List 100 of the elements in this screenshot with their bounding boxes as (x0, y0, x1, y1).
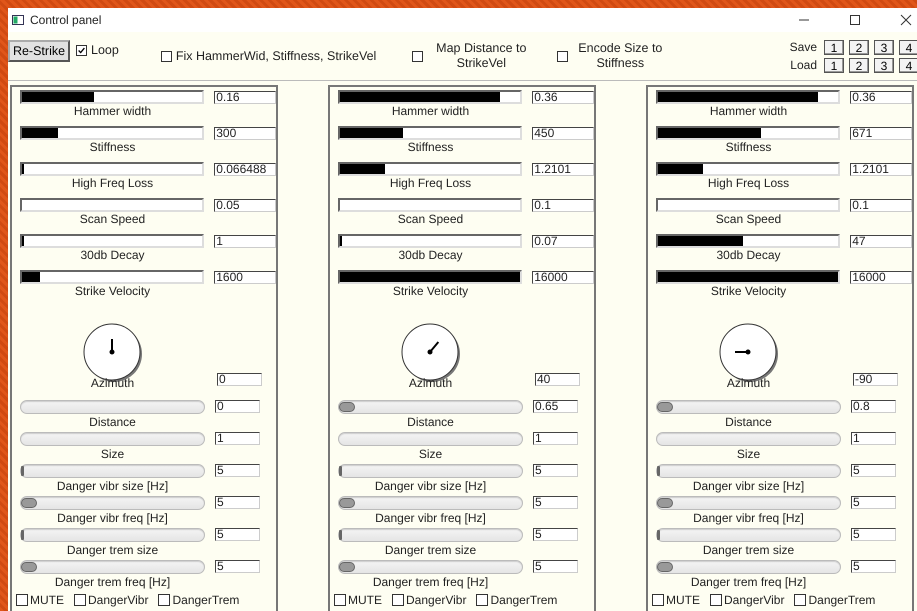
value-field[interactable]: 5 (851, 528, 896, 541)
value-field[interactable]: 1 (851, 432, 896, 445)
slider-track[interactable] (20, 464, 205, 478)
slider-track[interactable] (656, 528, 841, 542)
checkbox[interactable] (16, 594, 28, 606)
value-field[interactable]: 1 (533, 432, 578, 445)
value-field[interactable]: 5 (215, 496, 260, 509)
slider-bar[interactable] (656, 90, 840, 104)
checkbox[interactable] (334, 594, 346, 606)
checkbox[interactable] (476, 594, 488, 606)
slider-track[interactable] (20, 528, 205, 542)
slider-bar[interactable] (338, 162, 522, 176)
slider-track[interactable] (20, 432, 205, 446)
slot-button[interactable]: 1 (824, 40, 844, 54)
slot-button[interactable]: 3 (874, 58, 894, 72)
slider-bar[interactable] (656, 198, 840, 212)
value-field[interactable]: 0.65 (533, 400, 578, 413)
slot-button[interactable]: 2 (849, 58, 869, 72)
checkbox[interactable] (76, 44, 87, 56)
slot-button[interactable]: 1 (824, 58, 844, 72)
slider-bar[interactable] (338, 270, 522, 284)
re-strike-button[interactable]: Re-Strike (8, 40, 70, 62)
value-field[interactable]: 1.2101 (850, 162, 912, 176)
checkbox[interactable] (160, 50, 172, 62)
value-field[interactable]: 0.1 (532, 198, 594, 212)
slot-button[interactable]: 2 (849, 40, 869, 54)
value-field[interactable]: 47 (850, 234, 912, 248)
slider-bar[interactable] (20, 162, 204, 176)
value-field[interactable]: 0.05 (214, 198, 276, 212)
value-field[interactable]: 1 (215, 432, 260, 445)
value-field[interactable]: 5 (533, 496, 578, 509)
slider-track[interactable] (20, 560, 205, 574)
slider-track[interactable] (656, 400, 841, 414)
value-field[interactable]: 5 (215, 528, 260, 541)
slider-track[interactable] (656, 464, 841, 478)
value-field[interactable]: 16000 (532, 270, 594, 284)
value-field[interactable]: 450 (532, 126, 594, 140)
slider-label: Stiffness (724, 140, 772, 156)
value-field[interactable]: 0.16 (214, 90, 276, 104)
slider-bar[interactable] (338, 198, 522, 212)
checkbox[interactable] (794, 594, 806, 606)
slider-bar[interactable] (656, 126, 840, 140)
slider-track[interactable] (338, 560, 523, 574)
value-field[interactable]: 0 (217, 373, 262, 386)
slider-track[interactable] (338, 432, 523, 446)
slot-button[interactable]: 4 (899, 40, 917, 54)
value-field[interactable]: 0.8 (851, 400, 896, 413)
slider-track[interactable] (338, 400, 523, 414)
value-field[interactable]: 1 (214, 234, 276, 248)
value-field[interactable]: 0.07 (532, 234, 594, 248)
value-field[interactable]: 1.2101 (532, 162, 594, 176)
slider-track[interactable] (656, 496, 841, 510)
slider-bar[interactable] (338, 90, 522, 104)
value-field[interactable]: 0.066488 (214, 162, 276, 176)
value-field[interactable]: 16000 (850, 270, 912, 284)
checkbox[interactable] (557, 50, 568, 62)
slider-track[interactable] (20, 496, 205, 510)
slider-bar[interactable] (656, 234, 840, 248)
checkbox[interactable] (710, 594, 722, 606)
slider-track[interactable] (656, 432, 841, 446)
value-field[interactable]: 5 (851, 496, 896, 509)
slot-button[interactable]: 3 (874, 40, 894, 54)
value-field[interactable]: 5 (533, 528, 578, 541)
value-field[interactable]: 300 (214, 126, 276, 140)
value-field[interactable]: 5 (851, 560, 896, 573)
value-field[interactable]: 0.1 (850, 198, 912, 212)
slider-bar[interactable] (20, 126, 204, 140)
checkbox[interactable] (74, 594, 86, 606)
slider-bar[interactable] (656, 162, 840, 176)
value-field[interactable]: 40 (535, 373, 580, 386)
slider-bar[interactable] (20, 270, 204, 284)
value-field[interactable]: 671 (850, 126, 912, 140)
slider-bar[interactable] (20, 234, 204, 248)
checkbox[interactable] (652, 594, 664, 606)
slider-track[interactable] (338, 496, 523, 510)
slider-track[interactable] (338, 464, 523, 478)
checkbox[interactable] (158, 594, 170, 606)
slider-bar[interactable] (20, 198, 204, 212)
value-field[interactable]: 0 (215, 400, 260, 413)
value-field[interactable]: 5 (533, 560, 578, 573)
slider-track[interactable] (338, 528, 523, 542)
close-icon[interactable] (900, 14, 912, 26)
value-field[interactable]: 1600 (214, 270, 276, 284)
slider-track[interactable] (20, 400, 205, 414)
slider-bar[interactable] (656, 270, 840, 284)
value-field[interactable]: 5 (533, 464, 578, 477)
value-field[interactable]: 5 (215, 560, 260, 573)
value-field[interactable]: 0.36 (850, 90, 912, 104)
value-field[interactable]: 5 (851, 464, 896, 477)
maximize-icon[interactable] (849, 14, 861, 26)
value-field[interactable]: 5 (215, 464, 260, 477)
value-field[interactable]: -90 (853, 373, 898, 386)
slider-track[interactable] (656, 560, 841, 574)
slider-bar[interactable] (338, 234, 522, 248)
slot-button[interactable]: 4 (899, 58, 917, 72)
value-field[interactable]: 0.36 (532, 90, 594, 104)
checkbox[interactable] (412, 50, 424, 62)
checkbox[interactable] (392, 594, 404, 606)
slider-bar[interactable] (338, 126, 522, 140)
slider-bar[interactable] (20, 90, 204, 104)
